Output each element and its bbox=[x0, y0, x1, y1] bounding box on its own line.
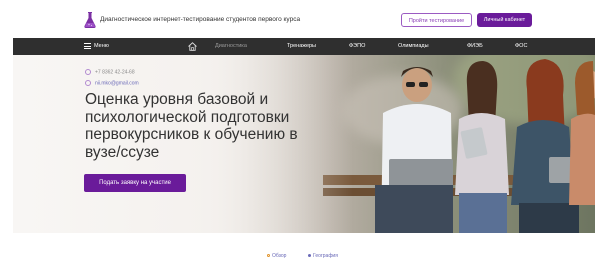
page: Диагностическое интернет-тестирование ст… bbox=[0, 0, 595, 272]
overview-dot-icon bbox=[267, 254, 270, 258]
flask-logo-icon[interactable] bbox=[83, 11, 97, 29]
nav-item-fieb[interactable]: ФИЭБ bbox=[467, 38, 483, 55]
nav-item-diagnostics[interactable]: Диагностика bbox=[215, 38, 247, 55]
section-tabs: Обзор География bbox=[0, 250, 595, 262]
email-icon bbox=[85, 80, 91, 86]
tab-overview[interactable]: Обзор bbox=[267, 250, 286, 262]
hero-banner: +7 8362 42-24-68 nii.mko@gmail.com Оценк… bbox=[13, 55, 595, 233]
geography-dot-icon bbox=[308, 254, 311, 258]
home-icon[interactable] bbox=[187, 41, 198, 52]
personal-cabinet-button[interactable]: Личный кабинет bbox=[477, 13, 532, 27]
main-nav: Меню Диагностика Тренажеры ФЭПО Олимпиад… bbox=[13, 38, 595, 55]
nav-item-fos[interactable]: ФОС bbox=[515, 38, 527, 55]
nav-item-olympiads[interactable]: Олимпиады bbox=[398, 38, 429, 55]
phone-icon bbox=[85, 69, 91, 75]
tab-geography-label: География bbox=[313, 253, 338, 259]
email-link[interactable]: nii.mko@gmail.com bbox=[95, 80, 139, 86]
site-header: Диагностическое интернет-тестирование ст… bbox=[0, 0, 595, 38]
take-test-button[interactable]: Пройти тестирование bbox=[401, 13, 472, 27]
site-title: Диагностическое интернет-тестирование ст… bbox=[100, 16, 301, 23]
phone-text[interactable]: +7 8362 42-24-68 bbox=[95, 69, 135, 75]
tab-overview-label: Обзор bbox=[272, 253, 287, 259]
contact-phone: +7 8362 42-24-68 bbox=[85, 69, 135, 75]
students-photo bbox=[323, 59, 595, 233]
nav-menu-label[interactable]: Меню bbox=[94, 38, 109, 55]
nav-item-trainers[interactable]: Тренажеры bbox=[287, 38, 316, 55]
contact-email: nii.mko@gmail.com bbox=[85, 80, 139, 86]
hamburger-menu-icon[interactable] bbox=[84, 43, 91, 49]
apply-button[interactable]: Подать заявку на участие bbox=[84, 174, 186, 192]
nav-item-fepo[interactable]: ФЭПО bbox=[349, 38, 365, 55]
hero-title: Оценка уровня базовой и психологической … bbox=[85, 91, 298, 161]
tab-geography[interactable]: География bbox=[308, 250, 338, 262]
